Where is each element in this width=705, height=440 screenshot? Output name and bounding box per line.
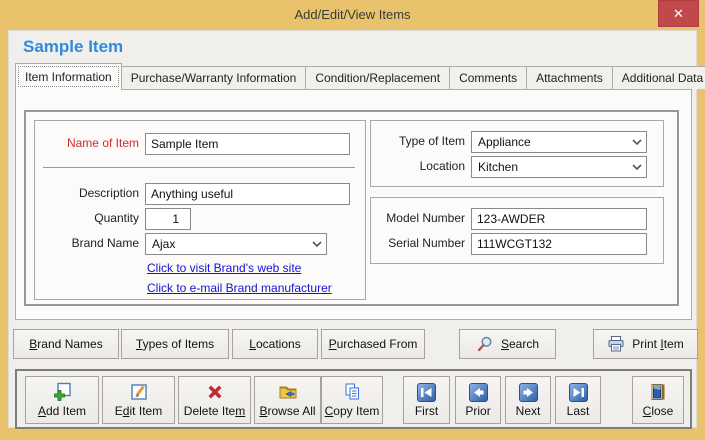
brand-names-label: Brand Names	[29, 337, 102, 351]
tab-condition-replacement[interactable]: Condition/Replacement	[305, 66, 450, 89]
printer-icon	[607, 335, 625, 353]
tab-comments[interactable]: Comments	[449, 66, 527, 89]
last-button[interactable]: Last	[555, 376, 601, 424]
first-button[interactable]: First	[403, 376, 450, 424]
title-bar: Add/Edit/View Items ✕	[0, 0, 705, 30]
item-details-group: Name of Item Description Quantity Brand …	[34, 120, 366, 300]
last-label: Last	[567, 404, 590, 418]
copy-item-label: Copy Item	[325, 404, 380, 418]
prior-icon	[469, 383, 488, 402]
brand-website-link[interactable]: Click to visit Brand's web site	[147, 261, 301, 275]
prior-label: Prior	[465, 404, 490, 418]
form-panel: Name of Item Description Quantity Brand …	[24, 110, 679, 306]
model-number-input[interactable]	[471, 208, 647, 230]
chevron-down-icon	[632, 163, 642, 171]
chevron-down-icon	[632, 138, 642, 146]
search-button[interactable]: Search	[459, 329, 556, 359]
tab-strip: Item Information Purchase/Warranty Infor…	[15, 63, 705, 89]
chevron-down-icon	[312, 240, 322, 248]
print-item-button[interactable]: Print Item	[593, 329, 698, 359]
browse-all-button[interactable]: Browse All	[254, 376, 321, 424]
next-icon	[519, 383, 538, 402]
browse-all-icon	[278, 382, 298, 402]
edit-item-button[interactable]: Edit Item	[102, 376, 175, 424]
serial-number-input[interactable]	[471, 233, 647, 255]
location-value: Kitchen	[478, 160, 518, 174]
brand-name-select[interactable]: Ajax	[145, 233, 327, 255]
copy-item-button[interactable]: Copy Item	[321, 376, 383, 424]
locations-label: Locations	[249, 337, 300, 351]
divider	[43, 167, 355, 168]
model-number-label: Model Number	[373, 211, 465, 225]
copy-item-icon	[342, 382, 362, 402]
dialog-window: Add/Edit/View Items ✕ Sample Item Item I…	[0, 0, 705, 440]
description-label: Description	[39, 186, 139, 200]
quantity-label: Quantity	[39, 211, 139, 225]
close-label: Close	[643, 404, 674, 418]
brand-name-value: Ajax	[152, 237, 175, 251]
tab-purchase-warranty-information[interactable]: Purchase/Warranty Information	[121, 66, 307, 89]
delete-item-icon	[205, 382, 225, 402]
dialog-body: Sample Item Item Information Purchase/Wa…	[8, 30, 697, 428]
delete-item-label: Delete Item	[184, 404, 245, 418]
next-label: Next	[516, 404, 541, 418]
close-dialog-button[interactable]: Close	[632, 376, 684, 424]
purchased-from-button[interactable]: Purchased From	[321, 329, 425, 359]
next-button[interactable]: Next	[505, 376, 551, 424]
location-label: Location	[373, 159, 465, 173]
last-icon	[569, 383, 588, 402]
browse-all-label: Browse All	[259, 404, 315, 418]
classification-group: Type of Item Appliance Location Kitchen	[370, 120, 664, 187]
tab-additional-data[interactable]: Additional Data	[612, 66, 705, 89]
edit-item-icon	[129, 382, 149, 402]
search-label: Search	[501, 337, 539, 351]
tab-page-item-information: Name of Item Description Quantity Brand …	[15, 89, 692, 320]
locations-button[interactable]: Locations	[232, 329, 318, 359]
brand-names-button[interactable]: Brand Names	[13, 329, 119, 359]
tab-item-information[interactable]: Item Information	[15, 63, 122, 90]
type-of-item-label: Type of Item	[373, 134, 465, 148]
types-of-items-label: Types of Items	[136, 337, 214, 351]
name-of-item-label: Name of Item	[39, 136, 139, 150]
tab-attachments[interactable]: Attachments	[526, 66, 613, 89]
brand-name-label: Brand Name	[39, 236, 139, 250]
type-of-item-select[interactable]: Appliance	[471, 131, 647, 153]
prior-button[interactable]: Prior	[455, 376, 501, 424]
types-of-items-button[interactable]: Types of Items	[121, 329, 229, 359]
purchased-from-label: Purchased From	[329, 337, 418, 351]
edit-item-label: Edit Item	[115, 404, 162, 418]
first-label: First	[415, 404, 438, 418]
page-title: Sample Item	[23, 37, 123, 57]
record-toolbar: Add Item Edit Item Delete Item	[15, 369, 692, 429]
print-item-label: Print Item	[632, 337, 683, 351]
close-door-icon	[648, 382, 668, 402]
description-input[interactable]	[145, 183, 350, 205]
name-of-item-input[interactable]	[145, 133, 350, 155]
close-button[interactable]: ✕	[658, 0, 699, 27]
identification-group: Model Number Serial Number	[370, 197, 664, 264]
window-title: Add/Edit/View Items	[0, 7, 705, 22]
location-select[interactable]: Kitchen	[471, 156, 647, 178]
delete-item-button[interactable]: Delete Item	[178, 376, 251, 424]
close-icon: ✕	[673, 6, 684, 22]
type-of-item-value: Appliance	[478, 135, 531, 149]
add-item-icon	[52, 382, 72, 402]
add-item-label: Add Item	[38, 404, 86, 418]
first-icon	[417, 383, 436, 402]
brand-email-link[interactable]: Click to e-mail Brand manufacturer	[147, 281, 332, 295]
search-icon	[476, 335, 494, 353]
serial-number-label: Serial Number	[373, 236, 465, 250]
add-item-button[interactable]: Add Item	[25, 376, 99, 424]
quantity-input[interactable]	[145, 208, 191, 230]
